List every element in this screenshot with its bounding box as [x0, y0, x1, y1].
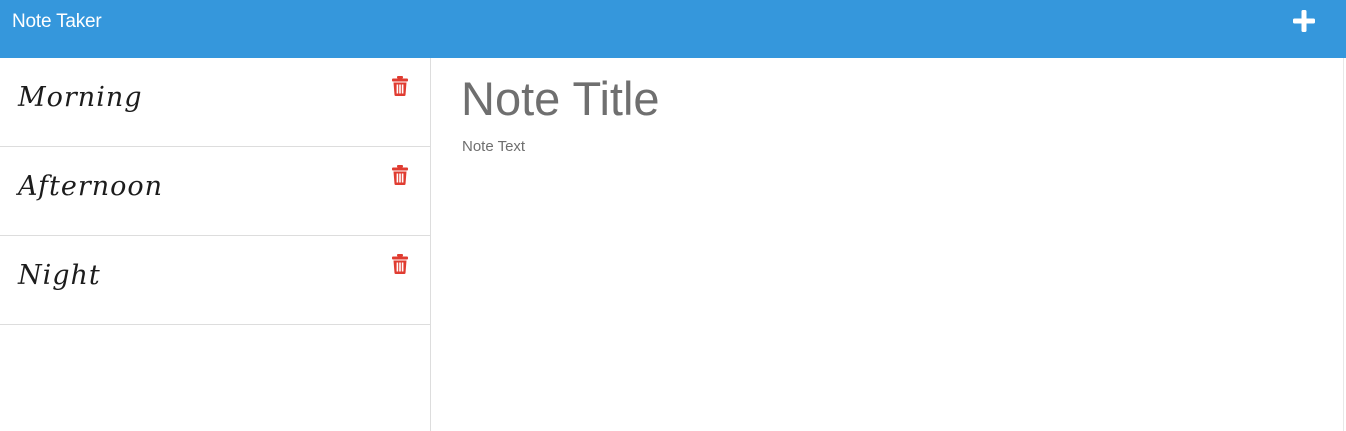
navbar: Note Taker: [0, 0, 1346, 58]
note-list-item[interactable]: Morning: [0, 58, 430, 147]
new-note-button[interactable]: [1288, 6, 1320, 38]
note-list-item[interactable]: Night: [0, 236, 430, 325]
app-brand[interactable]: Note Taker: [12, 11, 102, 33]
note-item-title: Morning: [18, 82, 143, 113]
note-list-item[interactable]: Afternoon: [0, 147, 430, 236]
plus-icon: [1293, 10, 1315, 32]
note-list: Morning Afternoon Night: [0, 58, 431, 431]
note-editor: [431, 58, 1344, 431]
note-text-input[interactable]: [462, 138, 1302, 408]
delete-note-button[interactable]: [391, 76, 409, 96]
note-item-title: Night: [18, 260, 101, 291]
delete-note-button[interactable]: [391, 165, 409, 185]
trash-icon: [392, 254, 408, 274]
note-item-title: Afternoon: [18, 171, 164, 202]
trash-icon: [392, 76, 408, 96]
note-title-input[interactable]: [461, 70, 1301, 126]
delete-note-button[interactable]: [391, 254, 409, 274]
trash-icon: [392, 165, 408, 185]
